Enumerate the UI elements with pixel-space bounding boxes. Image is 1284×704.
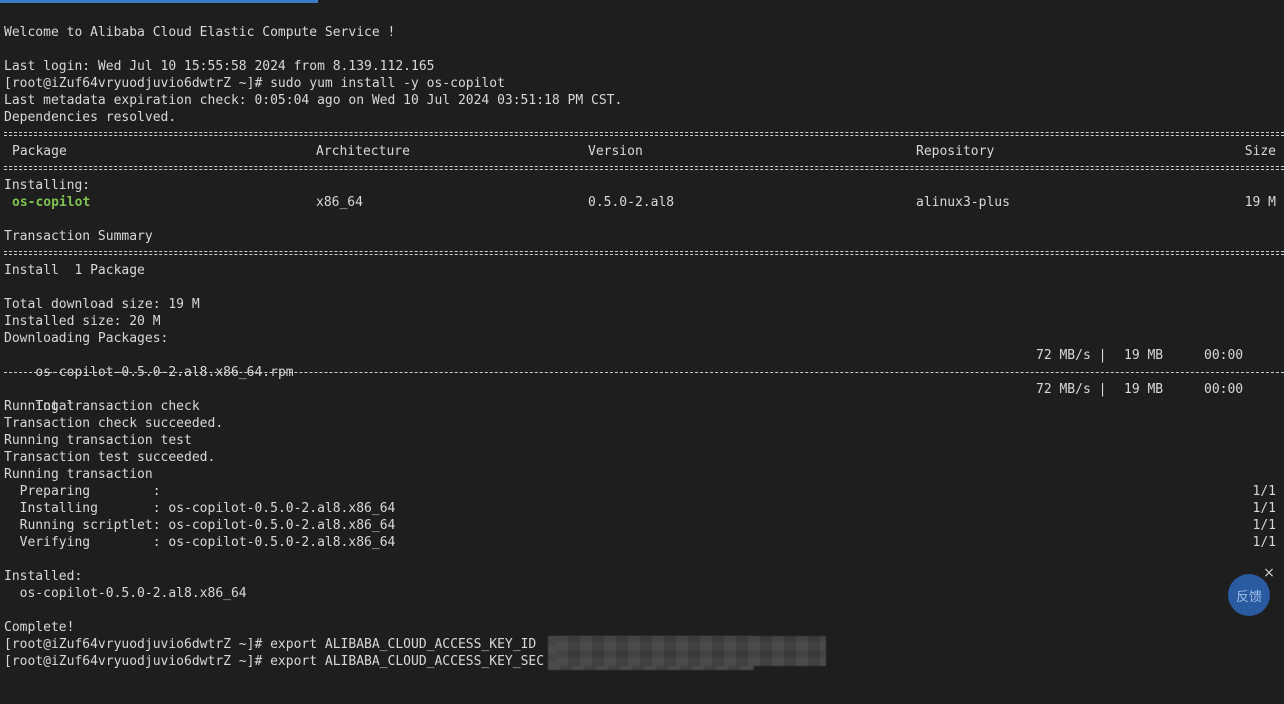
metadata-line: Last metadata expiration check: 0:05:04 … xyxy=(4,93,623,108)
step-label: Verifying : xyxy=(4,535,161,550)
rpm-size: 19 MB xyxy=(1124,348,1164,363)
step-row: Preparing : 1/1 xyxy=(4,483,1284,500)
test-ok-line: Transaction test succeeded. xyxy=(4,450,216,465)
command-text: sudo yum install -y os-copilot xyxy=(270,76,505,91)
package-row: os-copilot x86_64 0.5.0-2.al8 alinux3-pl… xyxy=(4,194,1284,211)
install-count: Install 1 Package xyxy=(4,263,145,278)
installing-label: Installing: xyxy=(4,178,91,193)
feedback-label: 反馈 xyxy=(1235,589,1262,605)
step-progress: 1/1 xyxy=(1252,501,1276,516)
terminal-output[interactable]: Welcome to Alibaba Cloud Elastic Compute… xyxy=(4,24,1284,670)
header-size: Size xyxy=(1244,144,1276,159)
table-rule xyxy=(4,126,1284,143)
total-download-size: Total download size: 19 M xyxy=(4,297,200,312)
step-package: os-copilot-0.5.0-2.al8.x86_64 xyxy=(160,535,396,550)
total-speed: 72 MB/s | xyxy=(1036,382,1107,397)
table-rule xyxy=(4,245,1284,262)
package-size: 19 M xyxy=(1244,195,1276,210)
package-repo: alinux3-plus xyxy=(916,195,1010,210)
step-progress: 1/1 xyxy=(1252,535,1276,550)
table-header: Package Architecture Version Repository … xyxy=(4,143,1284,160)
installed-package: os-copilot-0.5.0-2.al8.x86_64 xyxy=(4,586,247,601)
check-ok-line: Transaction check succeeded. xyxy=(4,416,224,431)
installed-label: Installed: xyxy=(4,569,83,584)
last-login-line: Last login: Wed Jul 10 15:55:58 2024 fro… xyxy=(4,59,435,74)
export-secret-command: export ALIBABA_CLOUD_ACCESS_KEY_SEC xyxy=(270,654,545,669)
dashed-rule xyxy=(4,364,1284,381)
transaction-summary: Transaction Summary xyxy=(4,229,153,244)
package-arch: x86_64 xyxy=(316,195,363,210)
step-progress: 1/1 xyxy=(1252,484,1276,499)
run-test-line: Running transaction test xyxy=(4,433,192,448)
shell-prompt: [root@iZuf64vryuodjuvio6dwtrZ ~]# xyxy=(4,76,271,91)
run-transaction-line: Running transaction xyxy=(4,467,153,482)
step-label: Preparing : xyxy=(4,484,161,499)
rpm-download-row: os-copilot-0.5.0-2.al8.x86_64.rpm 72 MB/… xyxy=(4,347,1284,380)
total-row: Total 72 MB/s | 19 MB 00:00 xyxy=(4,381,1284,414)
run-check-line: Running transaction check xyxy=(4,399,200,414)
welcome-line: Welcome to Alibaba Cloud Elastic Compute… xyxy=(4,25,396,40)
complete-line: Complete! xyxy=(4,620,75,635)
step-package: os-copilot-0.5.0-2.al8.x86_64 xyxy=(160,501,396,516)
step-row: Installing : os-copilot-0.5.0-2.al8.x86_… xyxy=(4,500,1284,517)
step-label: Running scriptlet: xyxy=(4,518,161,533)
export-secret-line: [root@iZuf64vryuodjuvio6dwtrZ ~]# export… xyxy=(4,636,1284,670)
downloading-label: Downloading Packages: xyxy=(4,331,169,346)
rpm-time: 00:00 xyxy=(1204,348,1244,363)
total-size: 19 MB xyxy=(1124,382,1164,397)
redacted-secret-block xyxy=(556,636,826,666)
package-name: os-copilot xyxy=(12,195,91,210)
export-id-command: export ALIBABA_CLOUD_ACCESS_KEY_ID xyxy=(270,637,537,652)
command-line: [root@iZuf64vryuodjuvio6dwtrZ ~]# sudo y… xyxy=(4,75,1284,92)
rpm-speed: 72 MB/s | xyxy=(1036,348,1107,363)
header-package: Package xyxy=(12,144,67,159)
header-version: Version xyxy=(588,144,643,159)
step-progress: 1/1 xyxy=(1252,518,1276,533)
header-repository: Repository xyxy=(916,144,995,159)
package-version: 0.5.0-2.al8 xyxy=(588,195,675,210)
header-architecture: Architecture xyxy=(316,144,410,159)
shell-prompt: [root@iZuf64vryuodjuvio6dwtrZ ~]# xyxy=(4,637,271,652)
step-package: os-copilot-0.5.0-2.al8.x86_64 xyxy=(160,518,396,533)
step-label: Installing : xyxy=(4,501,161,516)
step-row: Verifying : os-copilot-0.5.0-2.al8.x86_6… xyxy=(4,534,1284,551)
total-time: 00:00 xyxy=(1204,382,1244,397)
step-row: Running scriptlet: os-copilot-0.5.0-2.al… xyxy=(4,517,1284,534)
installed-size: Installed size: 20 M xyxy=(4,314,161,329)
active-tab-indicator xyxy=(0,0,318,3)
close-icon[interactable]: × xyxy=(1262,566,1276,580)
shell-prompt: [root@iZuf64vryuodjuvio6dwtrZ ~]# xyxy=(4,654,271,669)
deps-line: Dependencies resolved. xyxy=(4,110,177,125)
table-rule xyxy=(4,160,1284,177)
